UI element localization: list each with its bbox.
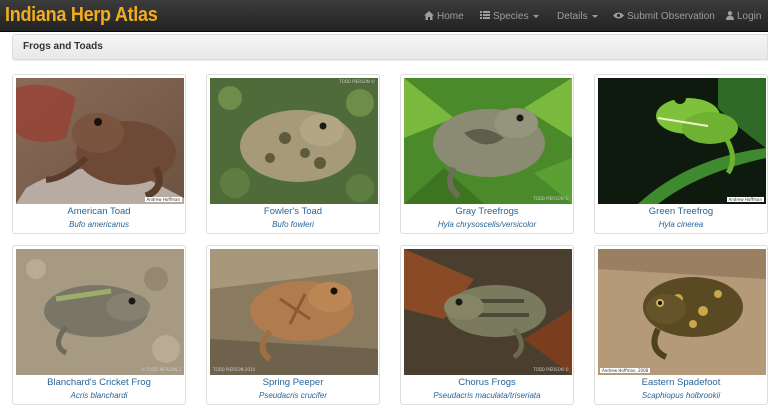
species-scientific-name[interactable]: Hyla cinerea <box>595 220 767 229</box>
photo-credit: TODD PIERSON © <box>533 367 569 372</box>
list-icon <box>480 11 490 21</box>
species-card-blanchards-cricket-frog[interactable]: © TODD PIERSON 2 Blanchard's Cricket Fro… <box>12 245 186 405</box>
species-scientific-name[interactable]: Bufo americanus <box>13 220 185 229</box>
species-scientific-name[interactable]: Acris blanchardi <box>13 391 185 400</box>
photo-credit: TODD PIERSON 2010 <box>213 367 256 372</box>
nav-home[interactable]: Home <box>424 0 464 32</box>
species-scientific-name[interactable]: Pseudacris maculata/triseriata <box>401 391 573 400</box>
photo-credit: © TODD PIERSON 2 <box>141 367 181 372</box>
nav-login[interactable]: Login <box>726 0 761 32</box>
species-common-name[interactable]: Spring Peeper <box>207 377 379 388</box>
nav-species-dropdown[interactable]: Species <box>480 0 539 32</box>
species-scientific-name[interactable]: Bufo fowleri <box>207 220 379 229</box>
species-card-chorus-frogs[interactable]: TODD PIERSON © Chorus Frogs Pseudacris m… <box>400 245 574 405</box>
species-card-american-toad[interactable]: Andrew Hoffman American Toad Bufo americ… <box>12 74 186 234</box>
species-photo[interactable]: TODD PIERSON © <box>404 249 572 375</box>
nav-details-dropdown[interactable]: Details <box>557 0 598 32</box>
section-title: Frogs and Toads <box>23 41 103 52</box>
species-card-fowlers-toad[interactable]: TODD PIERSON © Fowler's Toad Bufo fowler… <box>206 74 380 234</box>
species-card-spring-peeper[interactable]: TODD PIERSON 2010 Spring Peeper Pseudacr… <box>206 245 380 405</box>
species-photo[interactable]: TODD PIERSON © <box>210 78 378 204</box>
species-common-name[interactable]: Gray Treefrogs <box>401 206 573 217</box>
species-photo[interactable]: TODD PIERSON 2010 <box>210 249 378 375</box>
species-photo[interactable]: © TODD PIERSON 2 <box>16 249 184 375</box>
nav-details-label: Details <box>557 10 588 22</box>
user-icon <box>726 10 734 22</box>
nav-species-label: Species <box>493 10 529 22</box>
species-card-gray-treefrogs[interactable]: TODD PIERSON © Gray Treefrogs Hyla chrys… <box>400 74 574 234</box>
species-photo[interactable]: Andrew Hoffman, 2008 <box>598 249 766 375</box>
site-brand[interactable]: Indiana Herp Atlas <box>5 1 158 29</box>
top-navbar: Indiana Herp Atlas Home Species Details … <box>0 0 768 32</box>
nav-submit-label: Submit Observation <box>627 10 715 22</box>
species-scientific-name[interactable]: Scaphiopus holbrookii <box>595 391 767 400</box>
photo-credit: TODD PIERSON © <box>339 79 375 84</box>
section-heading: Frogs and Toads <box>12 34 768 60</box>
species-scientific-name[interactable]: Hyla chrysoscelis/versicolor <box>401 220 573 229</box>
nav-submit-observation[interactable]: Submit Observation <box>613 0 715 32</box>
species-common-name[interactable]: American Toad <box>13 206 185 217</box>
species-card-green-treefrog[interactable]: Andrew Hoffman Green Treefrog Hyla ciner… <box>594 74 768 234</box>
home-icon <box>424 10 434 22</box>
species-photo[interactable]: Andrew Hoffman <box>598 78 766 204</box>
photo-credit: TODD PIERSON © <box>533 196 569 201</box>
photo-credit: Andrew Hoffman <box>726 197 764 202</box>
species-card-eastern-spadefoot[interactable]: Andrew Hoffman, 2008 Eastern Spadefoot S… <box>594 245 768 405</box>
species-common-name[interactable]: Green Treefrog <box>595 206 767 217</box>
species-scientific-name[interactable]: Pseudacris crucifer <box>207 391 379 400</box>
nav-login-label: Login <box>737 10 762 22</box>
photo-credit: Andrew Hoffman, 2008 <box>600 368 651 373</box>
species-common-name[interactable]: Blanchard's Cricket Frog <box>13 377 185 388</box>
species-photo[interactable]: TODD PIERSON © <box>404 78 572 204</box>
photo-credit: Andrew Hoffman <box>144 197 182 202</box>
species-common-name[interactable]: Eastern Spadefoot <box>595 377 767 388</box>
species-common-name[interactable]: Fowler's Toad <box>207 206 379 217</box>
eye-icon <box>613 11 624 21</box>
species-photo[interactable]: Andrew Hoffman <box>16 78 184 204</box>
species-common-name[interactable]: Chorus Frogs <box>401 377 573 388</box>
chevron-down-icon <box>591 14 598 18</box>
nav-home-label: Home <box>437 10 464 22</box>
chevron-down-icon <box>532 14 539 18</box>
